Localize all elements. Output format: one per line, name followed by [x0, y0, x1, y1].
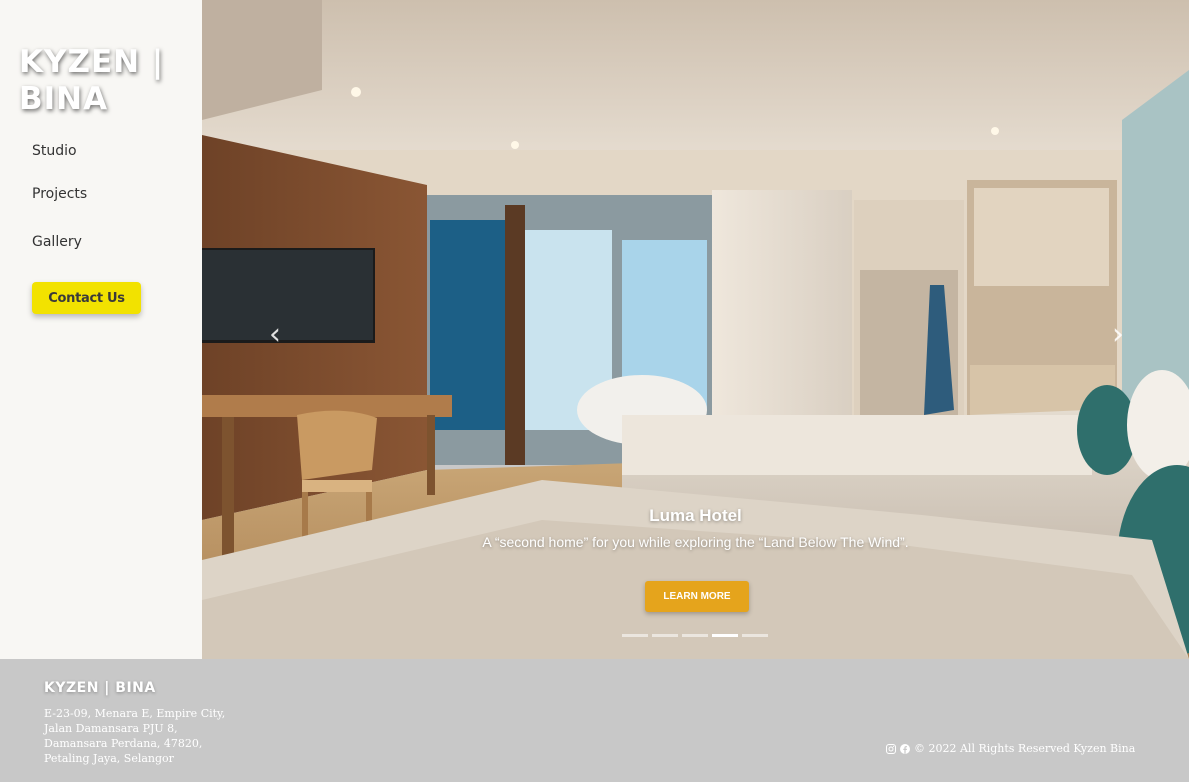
- nav-projects[interactable]: Projects: [32, 186, 87, 202]
- instagram-icon[interactable]: [886, 743, 896, 754]
- facebook-icon[interactable]: [900, 743, 910, 754]
- footer: KYZEN | BINA E-23-09, Menara E, Empire C…: [0, 659, 1189, 782]
- nav-studio[interactable]: Studio: [32, 143, 77, 159]
- slide-title: Luma Hotel: [649, 506, 742, 525]
- hotel-room-photo: [202, 0, 1189, 659]
- address-line: E-23-09, Menara E, Empire City,: [44, 707, 226, 720]
- chevron-right-icon[interactable]: ›: [1103, 320, 1133, 350]
- footer-address: E-23-09, Menara E, Empire City, Jalan Da…: [44, 706, 225, 766]
- carousel-indicator[interactable]: [622, 634, 648, 637]
- sidebar: KYZEN | BINA Studio Projects Gallery Con…: [0, 0, 202, 659]
- footer-copyright-row: © 2022 All Rights Reserved Kyzen Bina: [886, 742, 1135, 755]
- hero-carousel: ‹ › Luma Hotel A “second home” for you w…: [202, 0, 1189, 659]
- copyright-text: © 2022 All Rights Reserved Kyzen Bina: [914, 742, 1136, 755]
- address-line: Damansara Perdana, 47820,: [44, 737, 203, 750]
- nav-gallery[interactable]: Gallery: [32, 234, 82, 250]
- carousel-indicator[interactable]: [682, 634, 708, 637]
- chevron-left-icon[interactable]: ‹: [260, 320, 290, 350]
- footer-brand: KYZEN | BINA: [44, 680, 156, 696]
- contact-us-button[interactable]: Contact Us: [32, 282, 141, 314]
- learn-more-button[interactable]: LEARN MORE: [645, 581, 749, 612]
- brand-logo[interactable]: KYZEN | BINA: [19, 44, 189, 118]
- slide-description: A “second home” for you while exploring …: [482, 534, 909, 550]
- carousel-indicator[interactable]: [742, 634, 768, 637]
- carousel-indicator[interactable]: [712, 634, 738, 637]
- carousel-indicators: [622, 634, 768, 637]
- address-line: Jalan Damansara PJU 8,: [44, 722, 178, 735]
- address-line: Petaling Jaya, Selangor: [44, 752, 174, 765]
- carousel-indicator[interactable]: [652, 634, 678, 637]
